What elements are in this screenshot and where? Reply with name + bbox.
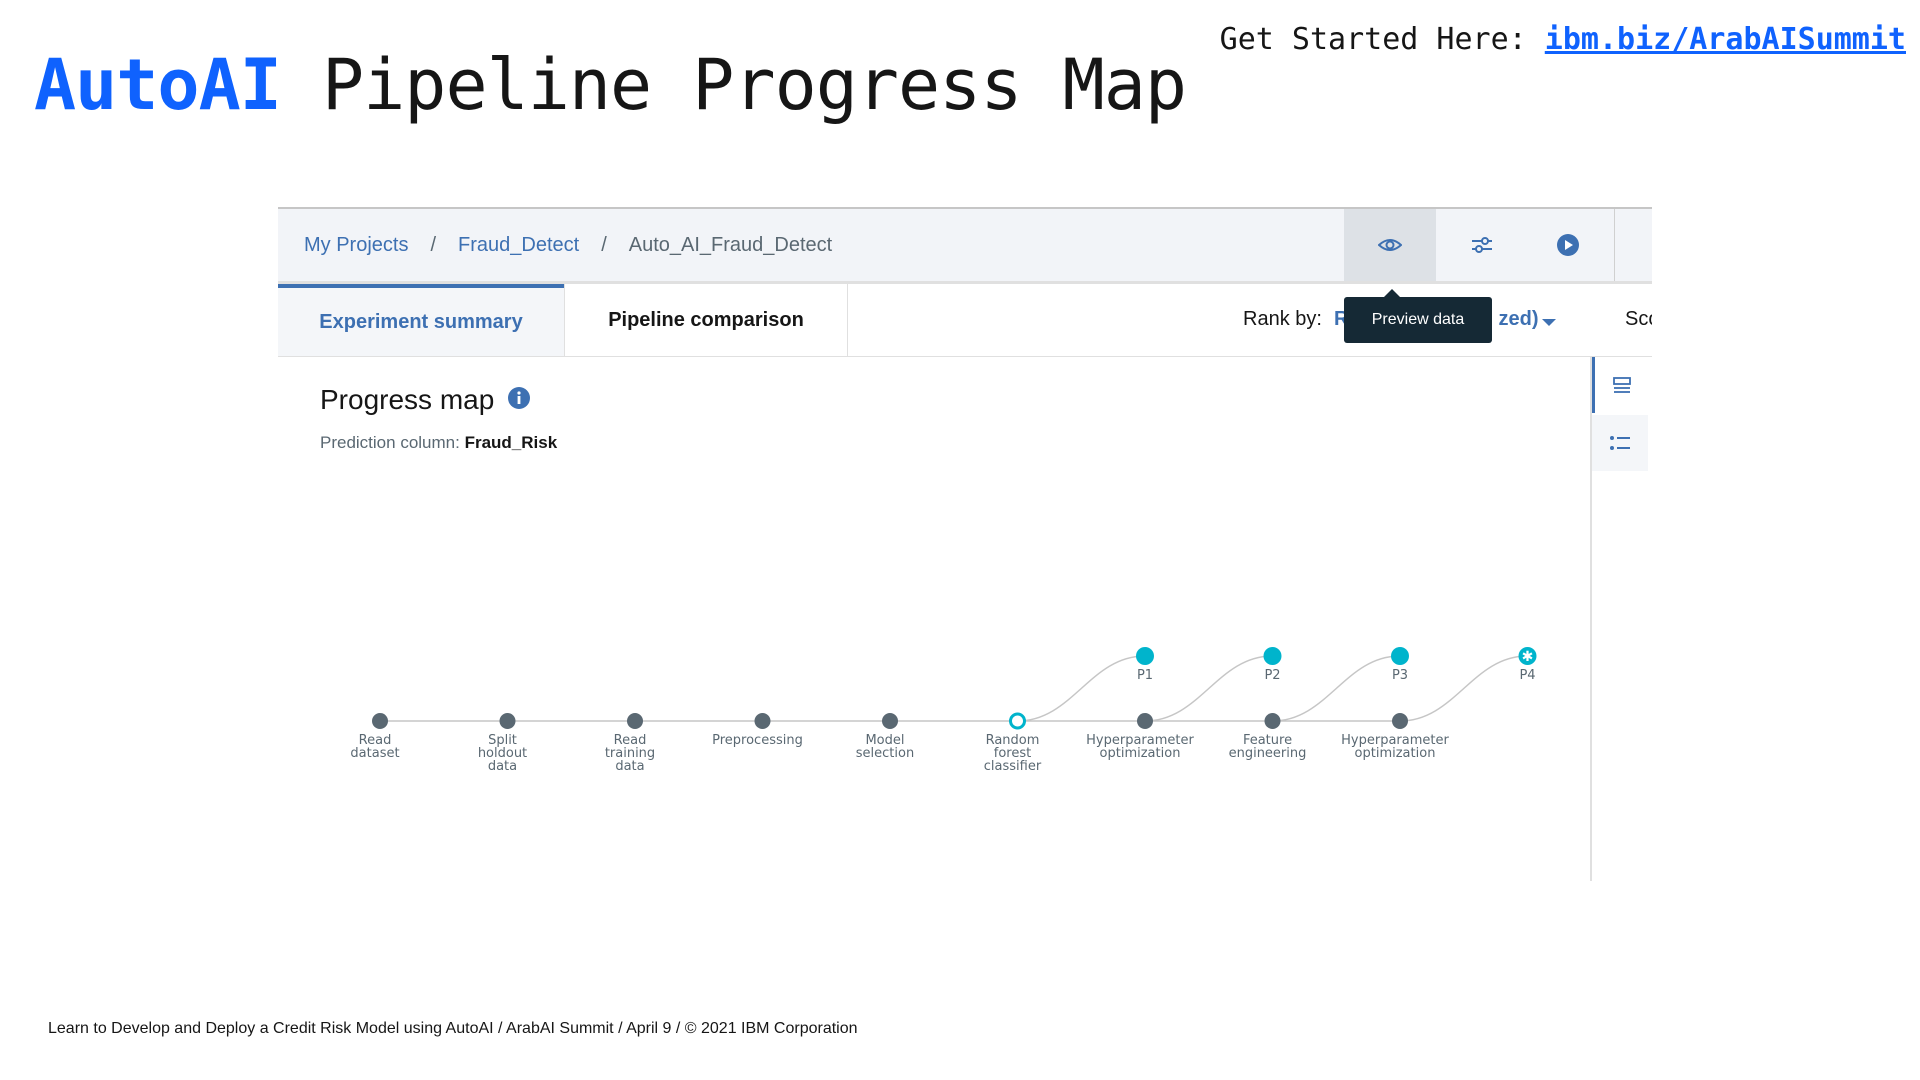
- stage-label: Read: [614, 733, 647, 748]
- stage-node[interactable]: [627, 713, 643, 729]
- sliders-icon: [1472, 237, 1492, 253]
- breadcrumb-separator: /: [430, 234, 437, 256]
- score-label: Score: [1625, 308, 1652, 330]
- title-rest: Pipeline Progress Map: [280, 44, 1187, 126]
- stage-label: Split: [488, 733, 517, 748]
- prediction-label: Prediction column:: [320, 433, 465, 452]
- stage-label: selection: [856, 746, 914, 761]
- stage-label: classifier: [984, 759, 1042, 774]
- tab-experiment-summary[interactable]: Experiment summary: [278, 284, 564, 356]
- preview-data-button[interactable]: [1344, 209, 1436, 281]
- stage-label: Hyperparameter: [1086, 733, 1194, 748]
- stage-node[interactable]: [499, 713, 516, 729]
- bullet-list-button[interactable]: [1592, 415, 1648, 471]
- stage-node[interactable]: [1264, 713, 1281, 729]
- stage-label: Preprocessing: [712, 733, 803, 748]
- prediction-column: Prediction column: Fraud_Risk: [320, 433, 557, 453]
- top-bar: My Projects / Fraud_Detect / Auto_AI_Fraud_D…: [278, 209, 1652, 284]
- stage-node[interactable]: [1137, 713, 1153, 729]
- pipeline-node[interactable]: [1391, 647, 1409, 665]
- list-view-button[interactable]: [1592, 357, 1648, 413]
- stage-node[interactable]: [372, 713, 388, 729]
- stage-label: Read: [359, 733, 392, 748]
- stage-label: training: [605, 746, 655, 761]
- stage-label: Hyperparameter: [1341, 733, 1449, 748]
- stage-label: optimization: [1355, 746, 1436, 761]
- star-icon: ✱: [1522, 649, 1534, 665]
- rank-by-label: Rank by:: [1243, 308, 1322, 330]
- autoai-screenshot: My Projects / Fraud_Detect / Auto_AI_Fraud_D…: [278, 207, 1652, 881]
- stage-label: Feature: [1243, 733, 1292, 748]
- breadcrumb: My Projects / Fraud_Detect / Auto_AI_Fraud_D…: [304, 234, 832, 257]
- stage-node[interactable]: [1392, 713, 1408, 729]
- get-started-label: Get Started Here:: [1219, 22, 1545, 57]
- stage-label: holdout: [478, 746, 527, 761]
- stage-label: forest: [994, 746, 1031, 761]
- stage-node[interactable]: [754, 713, 771, 729]
- settings-button[interactable]: [1436, 209, 1528, 281]
- stage-label: dataset: [350, 746, 399, 761]
- pipeline-node[interactable]: [1518, 647, 1537, 665]
- chevron-down-icon[interactable]: [1542, 319, 1556, 326]
- pipeline-node[interactable]: [1136, 647, 1154, 665]
- pipeline-label: P3: [1392, 668, 1408, 683]
- bullet-list-icon: [1610, 436, 1630, 450]
- run-button[interactable]: [1522, 209, 1614, 281]
- prediction-value: Fraud_Risk: [464, 433, 558, 452]
- preview-data-tooltip: Preview data: [1344, 289, 1492, 343]
- pipeline-branch-edge: [1272, 655, 1401, 722]
- stage-label: Random: [986, 733, 1040, 748]
- pipeline-node[interactable]: [1263, 647, 1282, 665]
- pipeline-label: P1: [1137, 668, 1153, 683]
- play-icon: [1557, 234, 1579, 256]
- stage-node[interactable]: [882, 713, 898, 729]
- stage-label: engineering: [1229, 746, 1307, 761]
- pipeline-label: P4: [1519, 668, 1535, 683]
- info-icon[interactable]: [508, 387, 530, 409]
- stage-label: data: [615, 759, 644, 774]
- tab-pipeline-comparison[interactable]: Pipeline comparison: [564, 284, 848, 356]
- stage-label: optimization: [1100, 746, 1181, 761]
- toolbar-divider: [1614, 209, 1615, 281]
- get-started-link[interactable]: ibm.biz/ArabAISummit: [1545, 22, 1906, 57]
- breadcrumb-fraud-detect[interactable]: Fraud_Detect: [458, 234, 579, 256]
- pipeline-branch-edge: [1017, 655, 1146, 722]
- get-started: Get Started Here: ibm.biz/ArabAISummit: [1220, 22, 1906, 57]
- slide-title: AutoAI Pipeline Progress Map: [34, 44, 1187, 126]
- title-accent: AutoAI: [34, 44, 282, 126]
- stage-node[interactable]: [1009, 712, 1026, 730]
- progress-map-title: Progress map: [320, 384, 495, 415]
- pipeline-branch-edge: [1144, 655, 1273, 722]
- list-view-icon: [1612, 377, 1631, 393]
- pipeline-label: P2: [1264, 668, 1280, 683]
- footer-text: Learn to Develop and Deploy a Credit Ris…: [48, 1020, 858, 1037]
- pipeline-branch-edge: [1399, 655, 1528, 722]
- stage-label: data: [488, 759, 517, 774]
- breadcrumb-my-projects[interactable]: My Projects: [304, 234, 408, 256]
- breadcrumb-current: Auto_AI_Fraud_Detect: [628, 234, 833, 256]
- breadcrumb-separator: /: [601, 234, 607, 256]
- eye-icon: [1378, 239, 1402, 251]
- stage-label: Model: [865, 733, 904, 748]
